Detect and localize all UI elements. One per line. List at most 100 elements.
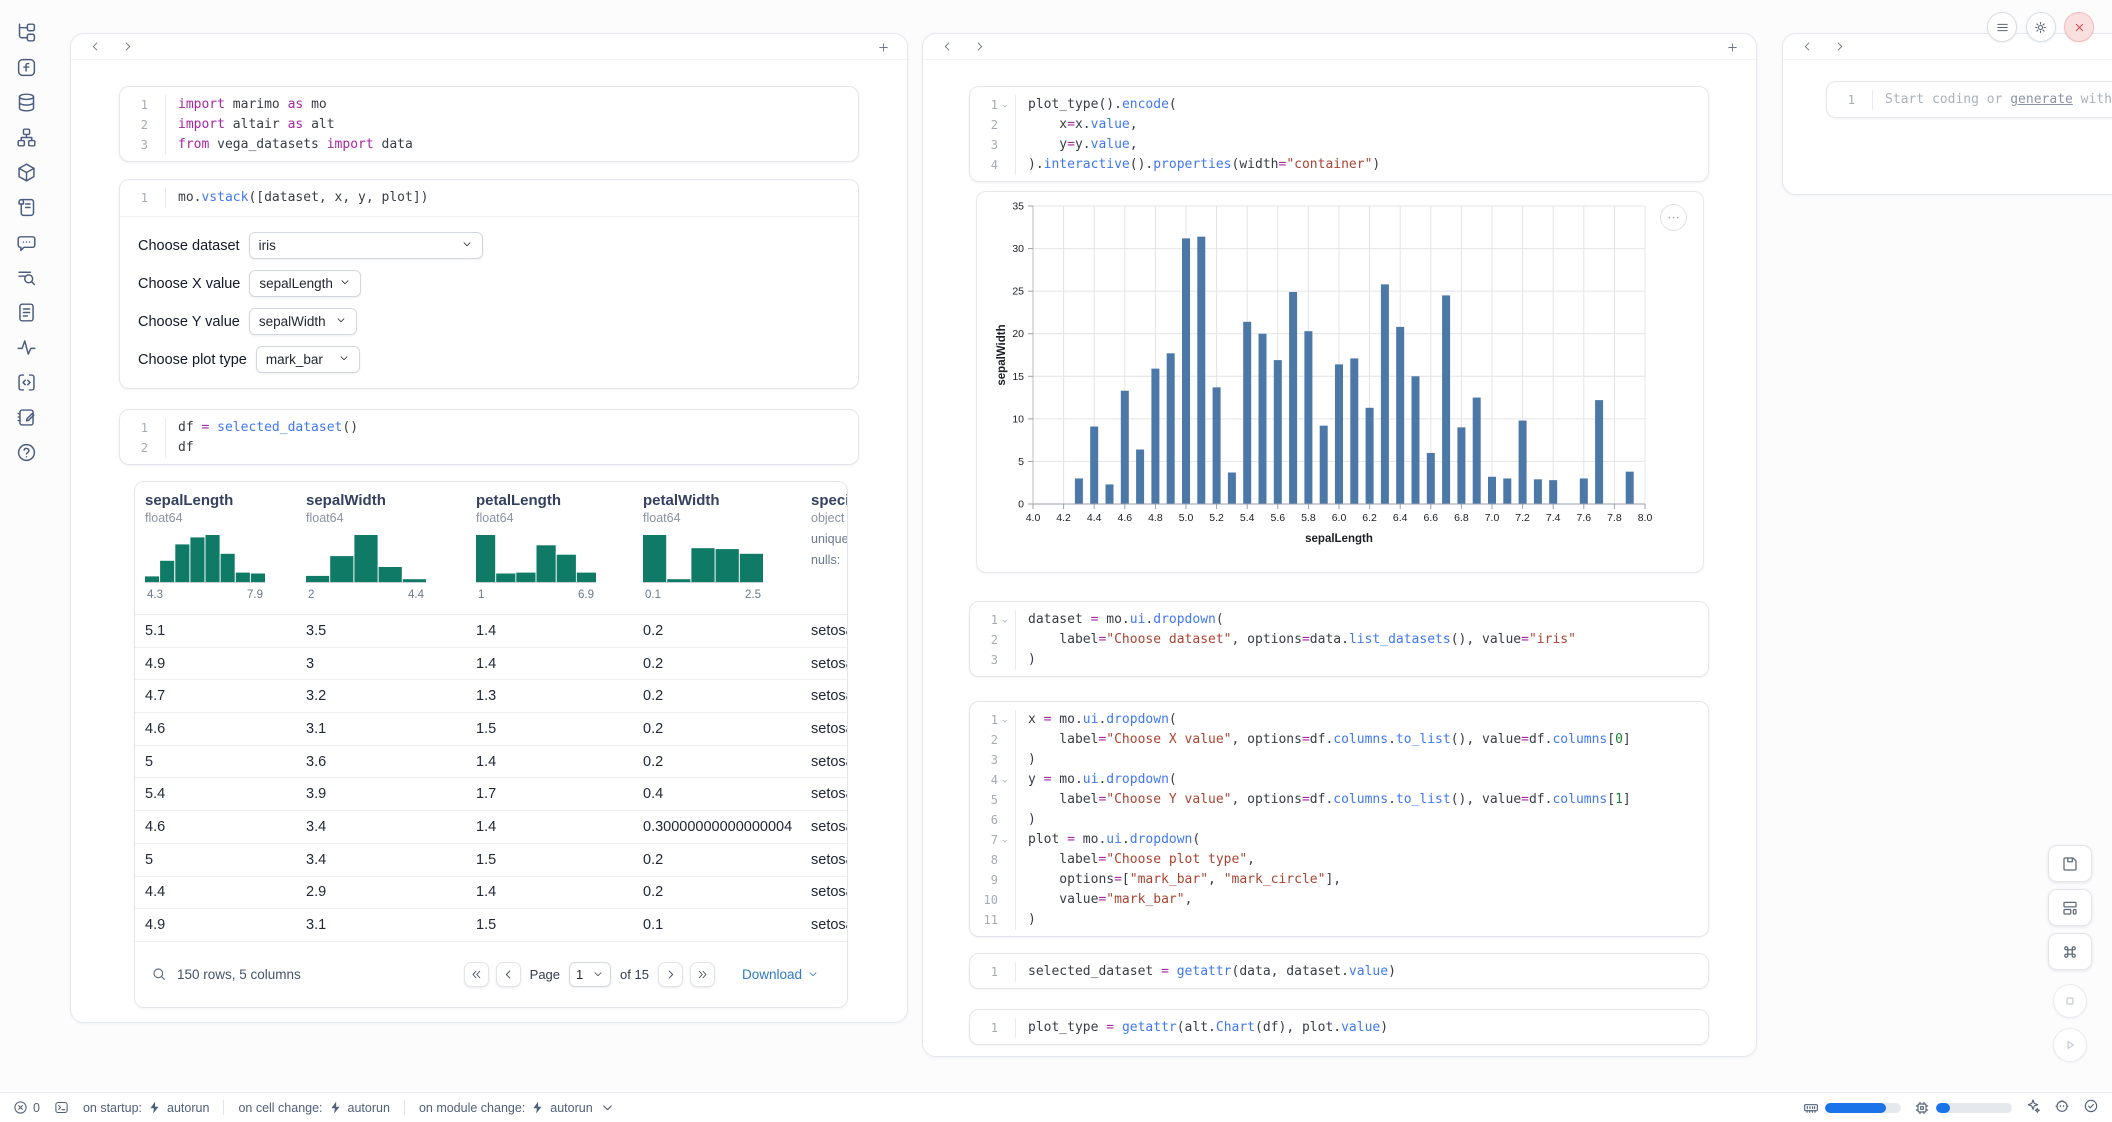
vstack-code[interactable]: 1mo.vstack([dataset, x, y, plot]) xyxy=(120,188,858,208)
line-number: 10 xyxy=(970,890,998,910)
line-number: 2 xyxy=(120,115,148,135)
table-row: 4.73.21.30.2setosa xyxy=(135,680,847,713)
search-list-icon[interactable] xyxy=(15,267,37,289)
bot-button[interactable] xyxy=(2054,1098,2070,1117)
help-circle-icon[interactable] xyxy=(15,442,37,464)
table-header: sepalLengthfloat644.37.9sepalWidthfloat6… xyxy=(135,482,847,615)
download-button[interactable]: Download xyxy=(736,966,825,983)
vstack-cell[interactable]: 1mo.vstack([dataset, x, y, plot]) Choose… xyxy=(119,179,859,389)
stop-button[interactable] xyxy=(2053,984,2087,1018)
activity-icon[interactable] xyxy=(15,337,37,359)
cpu-usage-meter xyxy=(1914,1100,2012,1116)
on-cell-change-setting[interactable]: on cell change: autorun xyxy=(238,1100,390,1115)
add-cell-button[interactable] xyxy=(1724,39,1740,55)
expand-right-button[interactable] xyxy=(119,39,135,55)
sparkles-button[interactable] xyxy=(2025,1098,2041,1117)
command-button[interactable] xyxy=(2048,933,2092,970)
collapse-left-button[interactable] xyxy=(87,39,103,55)
scroll-icon[interactable] xyxy=(15,197,37,219)
error-indicator[interactable]: 0 xyxy=(13,1100,40,1115)
svg-text:6.2: 6.2 xyxy=(1362,512,1377,524)
next-page-button[interactable] xyxy=(658,962,683,987)
caret-down-icon xyxy=(807,968,819,980)
line-number: 4 xyxy=(970,155,998,175)
svg-text:4.4: 4.4 xyxy=(1087,512,1102,524)
plot-type-cell[interactable]: 1plot_type = getattr(alt.Chart(df), plot… xyxy=(969,1009,1709,1045)
xy-plot-dropdowns-cell[interactable]: 1›x = mo.ui.dropdown(2 label="Choose X v… xyxy=(969,701,1709,937)
save-button[interactable] xyxy=(2048,845,2092,882)
dropdown-choose-plot-type[interactable]: mark_bar xyxy=(256,346,360,373)
last-page-button[interactable] xyxy=(690,962,715,987)
function-square-icon[interactable] xyxy=(15,57,37,79)
table-cell: 3.9 xyxy=(306,778,326,810)
caret-down-icon xyxy=(461,238,473,253)
column-header-sepalWidth: sepalWidthfloat6424.4 xyxy=(306,492,426,601)
fold-chevron-icon[interactable]: › xyxy=(998,95,1011,115)
on-startup-setting[interactable]: on startup: autorun xyxy=(83,1100,209,1115)
chat-bot-icon[interactable] xyxy=(15,232,37,254)
menu-button[interactable] xyxy=(1987,12,2017,42)
svg-text:5.2: 5.2 xyxy=(1209,512,1224,524)
chart-menu-button[interactable] xyxy=(1660,204,1687,231)
svg-text:25: 25 xyxy=(1012,286,1024,298)
line-number: 8 xyxy=(970,850,998,870)
chevron-left-icon xyxy=(941,40,954,53)
imports-code-cell[interactable]: 1import marimo as mo2import altair as al… xyxy=(119,86,859,162)
chevrons-left-icon xyxy=(470,968,483,981)
terminal-button[interactable] xyxy=(54,1100,69,1115)
scratchpad-icon[interactable] xyxy=(15,407,37,429)
svg-text:6.6: 6.6 xyxy=(1423,512,1438,524)
expand-right-button[interactable] xyxy=(1831,39,1847,55)
svg-text:35: 35 xyxy=(1012,201,1024,213)
on-module-change-setting[interactable]: on module change: autorun xyxy=(419,1100,615,1115)
table-cell: 0.2 xyxy=(643,648,663,680)
control-row: Choose plot typemark_bar xyxy=(138,346,840,373)
chevron-right-icon xyxy=(121,40,134,53)
empty-code-cell[interactable]: 1Start coding or generate with xyxy=(1826,81,2112,118)
run-button[interactable] xyxy=(2053,1028,2087,1062)
table-cell: 0.2 xyxy=(643,844,663,876)
dataset-dropdown-cell[interactable]: 1›dataset = mo.ui.dropdown(2 label="Choo… xyxy=(969,601,1709,677)
fold-chevron-icon[interactable]: › xyxy=(998,610,1011,630)
dropdown-choose-dataset[interactable]: iris xyxy=(249,232,483,259)
prev-page-button[interactable] xyxy=(496,962,521,987)
line-number: 1 xyxy=(120,418,148,438)
fold-chevron-icon[interactable]: › xyxy=(998,710,1011,730)
settings-button[interactable] xyxy=(2026,12,2056,42)
line-number: 6 xyxy=(970,810,998,830)
check-circle-button[interactable] xyxy=(2083,1098,2099,1117)
dependency-graph-icon[interactable] xyxy=(15,127,37,149)
close-button[interactable] xyxy=(2064,12,2094,42)
page-select[interactable]: 1 xyxy=(569,962,611,987)
page-select-value: 1 xyxy=(576,967,583,982)
selected-dataset-cell[interactable]: 1selected_dataset = getattr(data, datase… xyxy=(969,953,1709,989)
line-number: 2 xyxy=(970,115,998,135)
dropdown-choose-y-value[interactable]: sepalWidth xyxy=(249,308,357,335)
expand-right-button[interactable] xyxy=(971,39,987,55)
dropdown-choose-x-value[interactable]: sepalLength xyxy=(249,270,361,297)
table-cell: setosa xyxy=(811,713,848,745)
add-cell-button[interactable] xyxy=(875,39,891,55)
plot-code-cell[interactable]: 1›plot_type().encode(2 x=x.value,3 y=y.v… xyxy=(969,86,1709,182)
first-page-button[interactable] xyxy=(464,962,489,987)
collapse-left-button[interactable] xyxy=(939,39,955,55)
table-cell: 4.9 xyxy=(145,648,165,680)
document-icon[interactable] xyxy=(15,302,37,324)
table-search-button[interactable] xyxy=(151,966,167,982)
svg-text:20: 20 xyxy=(1012,328,1024,340)
middle-panel-header xyxy=(923,34,1756,60)
file-tree-icon[interactable] xyxy=(15,22,37,44)
fold-chevron-icon[interactable]: › xyxy=(998,830,1011,850)
download-label: Download xyxy=(742,967,802,982)
df-code-cell[interactable]: 1df = selected_dataset()2df xyxy=(119,409,859,465)
fold-chevron-icon[interactable]: › xyxy=(998,770,1011,790)
layout-button[interactable] xyxy=(2048,889,2092,926)
collapse-left-button[interactable] xyxy=(1799,39,1815,55)
line-number: 5 xyxy=(970,790,998,810)
caret-down-icon xyxy=(335,314,347,329)
database-icon[interactable] xyxy=(15,92,37,114)
table-cell: 3.2 xyxy=(306,680,326,712)
code-block-icon[interactable] xyxy=(15,372,37,394)
package-icon[interactable] xyxy=(15,162,37,184)
table-cell: 0.2 xyxy=(643,877,663,909)
